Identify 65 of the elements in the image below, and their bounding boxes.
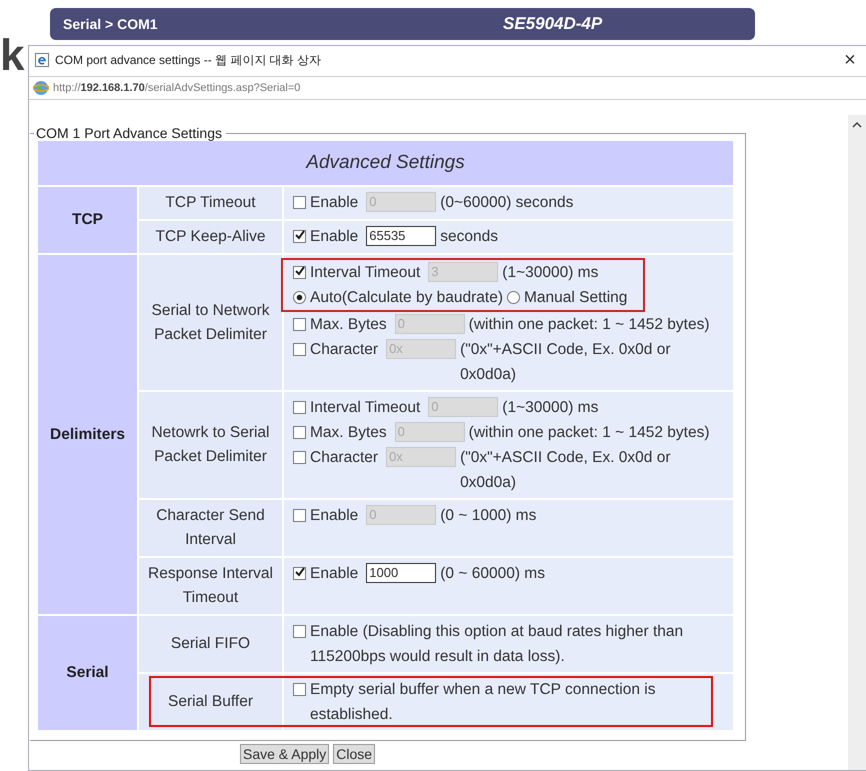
hint-text: (1~30000) ms (502, 263, 600, 283)
group-legend: COM 1 Port Advance Settings (34, 125, 226, 141)
hint-text: (0~60000) seconds (440, 193, 574, 213)
url-text: http://192.168.1.70/serialAdvSettings.asp?Serial=0 (53, 82, 300, 94)
checkbox-label: Max. Bytes (310, 423, 387, 443)
radio-button[interactable] (507, 291, 520, 304)
checkbox-label: Interval Timeout (310, 263, 420, 283)
action-button[interactable]: Save & Apply (240, 744, 330, 764)
hint-text: (1~30000) ms (502, 398, 600, 418)
checkbox[interactable] (293, 451, 306, 464)
globe-icon (33, 80, 49, 96)
setting-label: Response Interval Timeout (139, 558, 282, 614)
section-label: Serial (38, 616, 137, 730)
checkbox-label: Interval Timeout (310, 398, 420, 418)
setting-label: Serial Buffer (139, 674, 282, 730)
setting-label: Serial to Network Packet Delimiter (139, 255, 282, 390)
checkbox[interactable] (293, 509, 306, 522)
checkbox[interactable] (293, 230, 306, 243)
checkbox-label: Enable (310, 193, 358, 213)
scrollbar[interactable] (848, 115, 866, 770)
radio-button[interactable] (293, 291, 306, 304)
checkbox-label: Enable (310, 506, 358, 526)
checkbox[interactable] (293, 196, 306, 209)
checkbox-label: Enable (Disabling this option at baud rates higher than 115200bps would result in data loss). (310, 622, 684, 667)
input-field[interactable]: 1000 (366, 563, 436, 583)
setting-label: TCP Timeout (139, 187, 282, 219)
setting-label: Character Send Interval (139, 500, 282, 556)
setting-label: TCP Keep-Alive (139, 221, 282, 253)
hint-text: ("0x"+ASCII Code, Ex. 0x0d or 0x0d0a) (460, 448, 672, 493)
checkbox[interactable] (293, 318, 306, 331)
caret-up-icon (852, 121, 862, 128)
setting-label: Netowrk to Serial Packet Delimiter (139, 392, 282, 498)
radio-label: Auto(Calculate by baudrate) (310, 288, 504, 308)
checkbox[interactable] (293, 567, 306, 580)
hint-text: ("0x"+ASCII Code, Ex. 0x0d or 0x0d0a) (460, 340, 672, 385)
hint-text: (0 ~ 60000) ms (440, 564, 546, 584)
dialog-title: COM port advance settings -- 웹 페이지 대화 상자 (55, 52, 322, 68)
hint-text: seconds (440, 227, 499, 247)
checkbox-label: Max. Bytes (310, 315, 387, 335)
checkbox[interactable] (293, 426, 306, 439)
table-title: Advanced Settings (38, 141, 733, 185)
section-label: Delimiters (38, 255, 137, 614)
hint-text: (within one packet: 1 ~ 1452 bytes) (468, 423, 710, 443)
checkbox-label: Character (310, 340, 378, 360)
checkbox-label: Character (310, 448, 378, 468)
checkbox[interactable] (293, 343, 306, 356)
input-field[interactable]: 65535 (366, 226, 436, 246)
partial-letter: k (0, 36, 26, 82)
setting-label: Serial FIFO (139, 616, 282, 672)
breadcrumb: Serial > COM1 (63, 16, 159, 32)
action-button[interactable]: Close (333, 744, 376, 764)
page-icon (35, 53, 49, 67)
checkbox[interactable] (293, 266, 306, 279)
model-name: SE5904D-4P (503, 14, 602, 34)
hint-text: (0 ~ 1000) ms (440, 506, 538, 526)
checkbox[interactable] (293, 401, 306, 414)
checkbox-label: Enable (310, 564, 358, 584)
hint-text: (within one packet: 1 ~ 1452 bytes) (468, 315, 710, 335)
section-label: TCP (38, 187, 137, 253)
checkbox-label: Enable (310, 227, 358, 247)
checkbox-label: Empty serial buffer when a new TCP connection is established. (310, 680, 656, 725)
close-button[interactable]: × (838, 48, 862, 72)
radio-label: Manual Setting (524, 288, 628, 308)
checkbox[interactable] (293, 625, 306, 638)
checkbox[interactable] (293, 683, 306, 696)
